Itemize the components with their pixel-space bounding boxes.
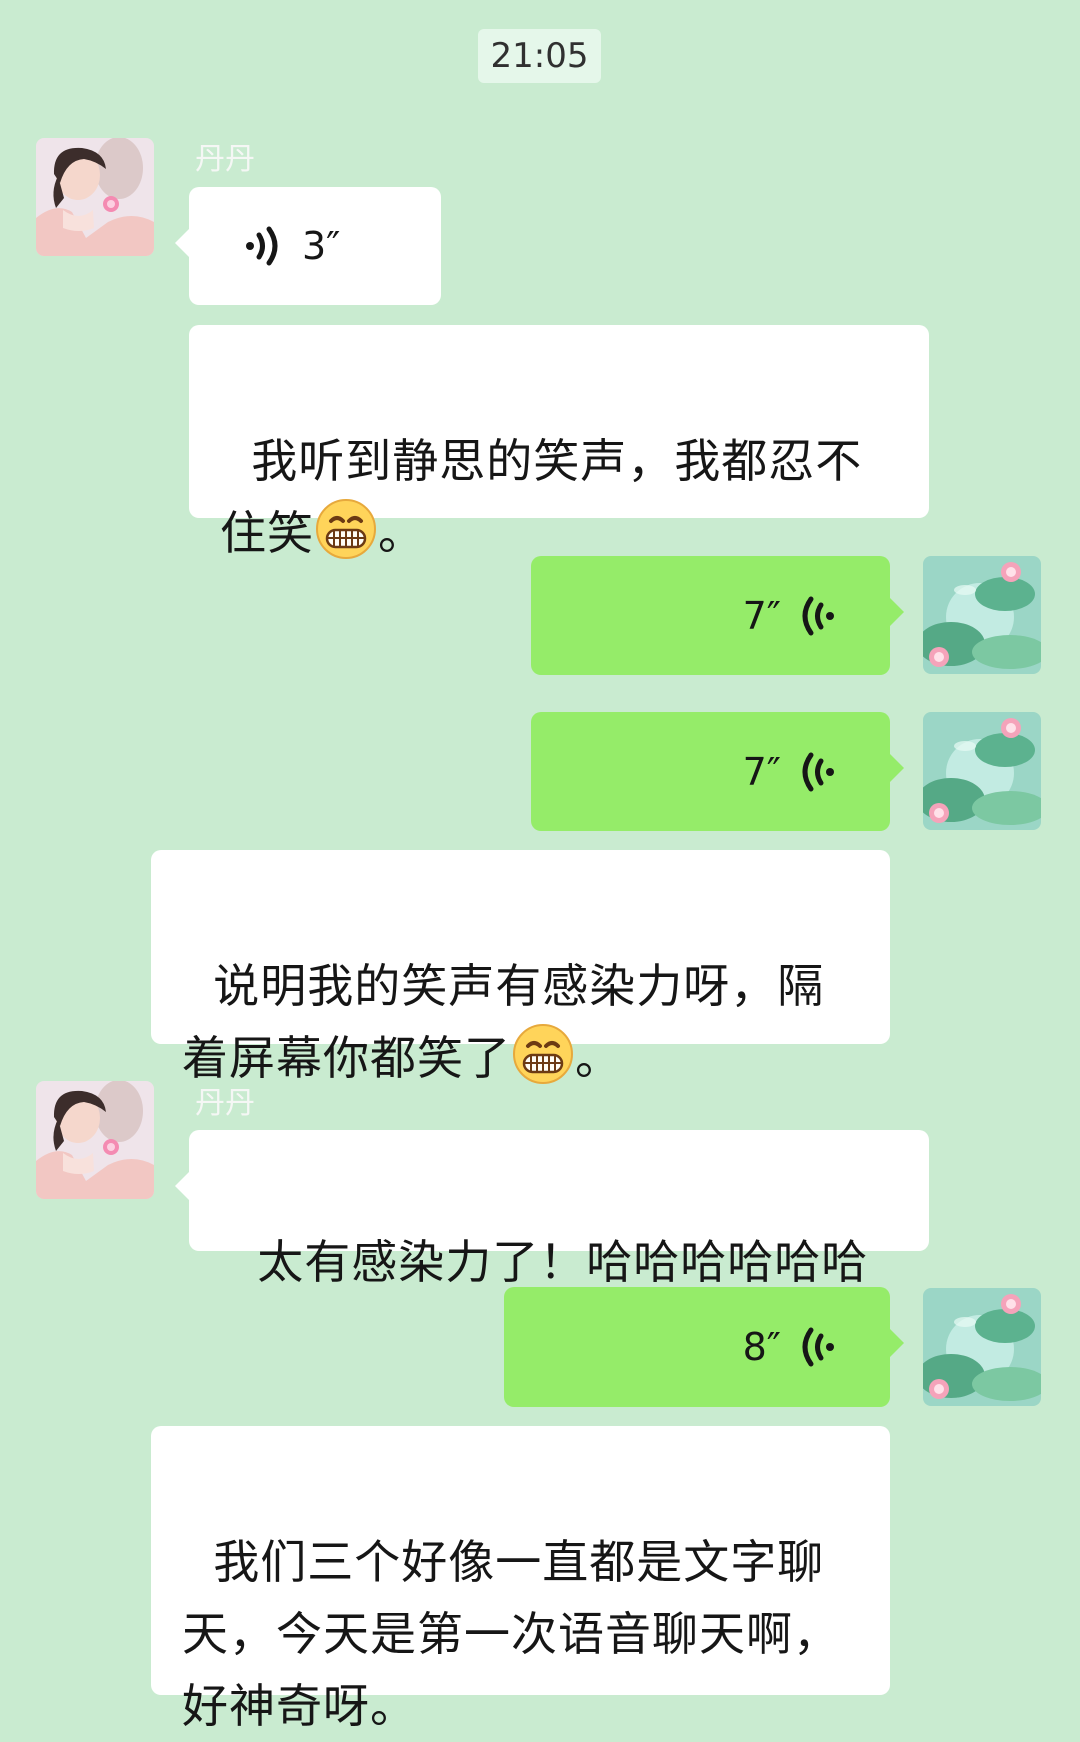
- sender-name: 丹丹: [195, 1086, 255, 1121]
- avatar-self[interactable]: [923, 556, 1041, 674]
- grinning-face-emoji-icon: [314, 497, 378, 561]
- voice-duration: 3″: [302, 224, 341, 268]
- voice-duration: 8″: [742, 1325, 781, 1369]
- voice-wave-icon: [242, 225, 284, 267]
- voice-message-outgoing[interactable]: 8″: [504, 1287, 904, 1407]
- text-message-incoming[interactable]: 我听到静思的笑声，我都忍不 住笑。: [189, 325, 929, 560]
- message-text: 我们三个好像一直都是文字聊 天，今天是第一次语音聊天啊， 好神奇呀。: [182, 1535, 840, 1733]
- avatar-self[interactable]: [923, 1288, 1041, 1406]
- voice-message-outgoing[interactable]: 7″: [531, 712, 904, 831]
- message-text-end: 。: [575, 1031, 622, 1085]
- voice-message-incoming[interactable]: 3″: [175, 187, 441, 305]
- voice-duration: 7″: [742, 749, 781, 794]
- voice-wave-icon: [796, 751, 838, 793]
- voice-wave-icon: [796, 595, 838, 637]
- text-message-incoming[interactable]: 太有感染力了！哈哈哈哈哈哈: [175, 1130, 929, 1289]
- voice-message-outgoing[interactable]: 7″: [531, 556, 904, 675]
- grinning-face-emoji-icon: [511, 1022, 575, 1086]
- timestamp-badge: 21:05: [478, 29, 601, 83]
- sender-name: 丹丹: [195, 142, 255, 177]
- text-message-incoming[interactable]: 说明我的笑声有感染力呀，隔 着屏幕你都笑了。: [151, 850, 890, 1085]
- voice-wave-icon: [796, 1326, 838, 1368]
- avatar-dandan[interactable]: [36, 1081, 154, 1199]
- message-text: 太有感染力了！哈哈哈哈哈哈: [257, 1235, 869, 1289]
- avatar-dandan[interactable]: [36, 138, 154, 256]
- avatar-self[interactable]: [923, 712, 1041, 830]
- voice-duration: 7″: [742, 593, 781, 638]
- text-message-incoming[interactable]: 我们三个好像一直都是文字聊 天，今天是第一次语音聊天啊， 好神奇呀。: [151, 1426, 890, 1733]
- message-text-end: 。: [378, 506, 425, 560]
- message-text: 说明我的笑声有感染力呀，隔 着屏幕你都笑了: [182, 959, 825, 1085]
